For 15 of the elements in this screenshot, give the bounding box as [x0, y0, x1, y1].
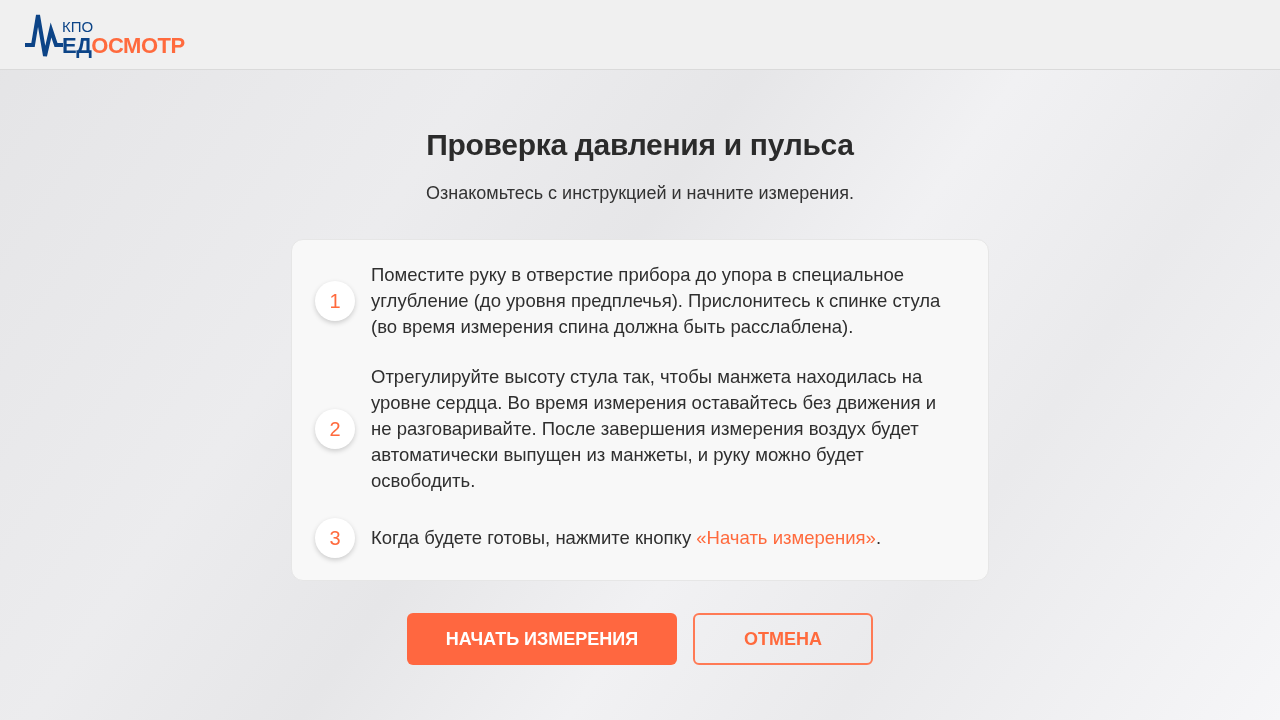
logo-caption: КПО — [62, 19, 95, 34]
start-measurement-button[interactable]: НАЧАТЬ ИЗМЕРЕНИЯ — [407, 613, 677, 665]
step-text: Отрегулируйте высоту стула так, чтобы манжета находилась на уровне сердца. Во время измерения оставайтесь без движения и не разговаривайте. После завершения измерения воздух будет автоматически выпущен из манжеты, и руку можно будет освободить. — [371, 365, 938, 493]
step-text: Поместите руку в отверстие прибора до упора в специальное углубление (до уровня предплечья). Прислонитесь к спинке стула (во время измерения спина должна быть расслаблена). — [371, 263, 942, 339]
step-text: Когда будете готовы, нажмите кнопку «Начать измерения». — [371, 526, 883, 550]
step-number: 1 — [315, 281, 355, 321]
page-subtitle: Ознакомьтесь с инструкцией и начните измерения. — [426, 182, 854, 205]
step-number: 2 — [315, 409, 355, 449]
page-title: Проверка давления и пульса — [426, 127, 854, 163]
logo-text: ОСМОТР — [91, 35, 185, 57]
highlighted-button-name: «Начать измерения» — [696, 527, 876, 548]
logo-text: ЕД — [62, 35, 92, 57]
cancel-button[interactable]: ОТМЕНА — [693, 613, 873, 665]
pulse-logo-icon — [24, 12, 64, 58]
step-number: 3 — [315, 518, 355, 558]
